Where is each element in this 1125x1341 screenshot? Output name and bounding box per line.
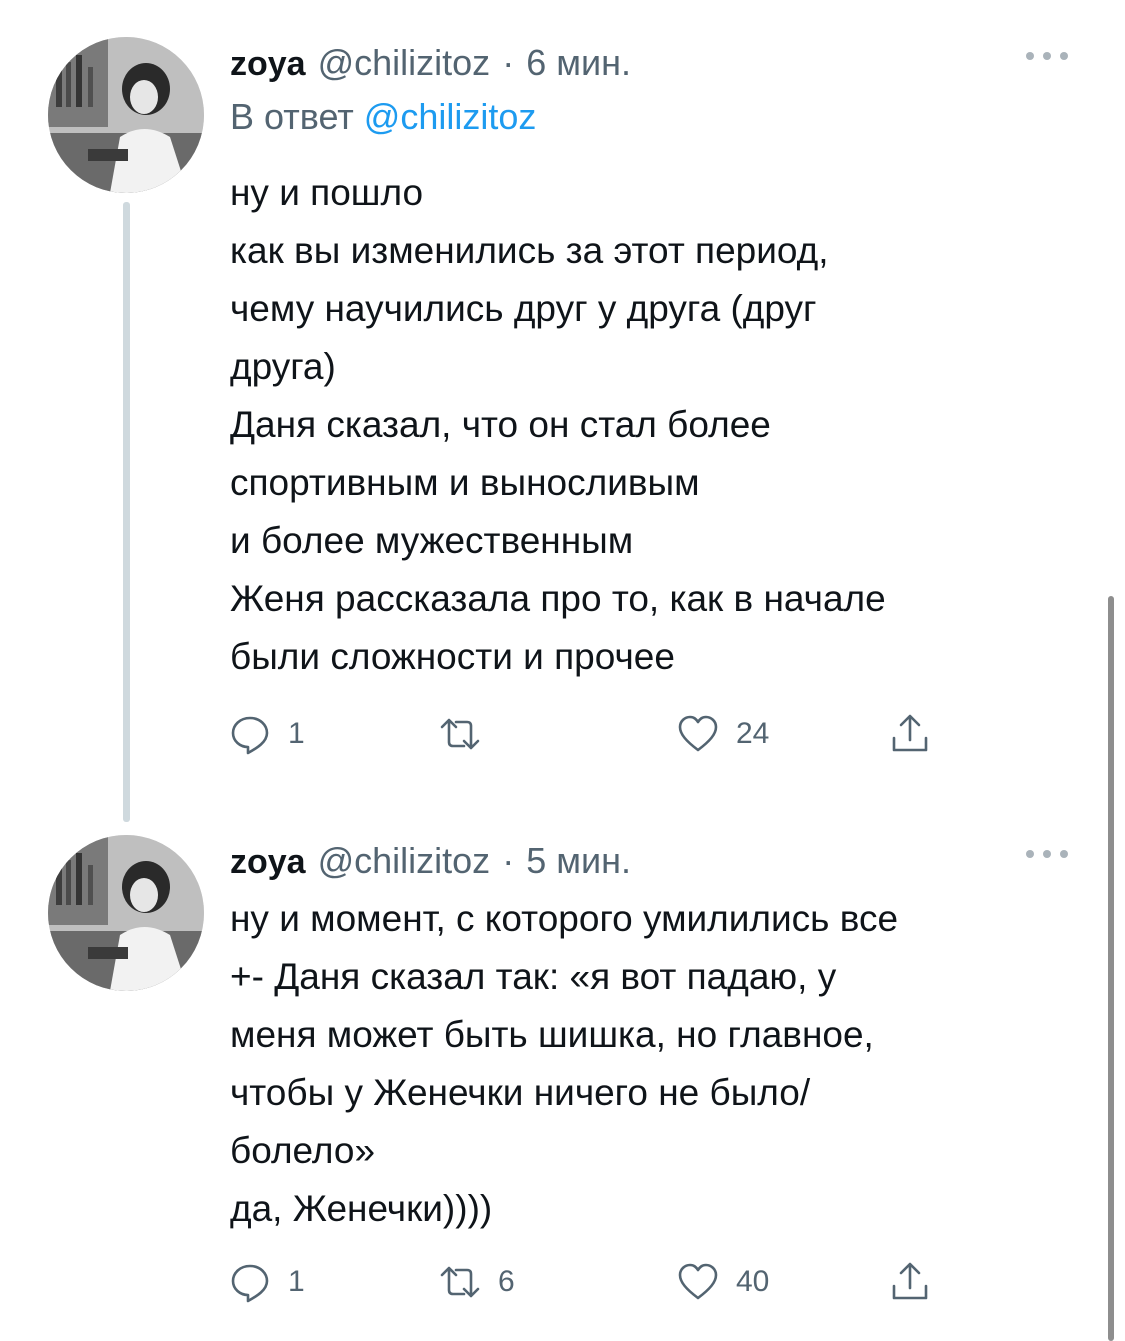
tweet-line: спортивным и выносливым — [230, 462, 700, 503]
avatar-photo — [48, 37, 204, 193]
tweet-text: ну и момент, с которого умилились все +-… — [230, 890, 1090, 1238]
more-icon[interactable] — [1026, 848, 1068, 860]
like-count: 40 — [736, 1265, 770, 1298]
separator: · — [502, 840, 515, 881]
tweet-line: и более мужественным — [230, 520, 634, 561]
reply-icon — [231, 716, 269, 755]
tweet-line: чему научились друг у друга (друг — [230, 288, 817, 329]
like-count: 24 — [736, 717, 770, 750]
tweet-line: были сложности и прочее — [230, 636, 675, 677]
retweet-icon — [440, 1266, 480, 1298]
retweet-icon — [440, 718, 480, 750]
share-button[interactable] — [888, 712, 932, 756]
tweet-text: ну и пошло как вы изменились за этот пер… — [230, 164, 1090, 686]
retweet-count: 6 — [498, 1265, 515, 1298]
retweet-button[interactable] — [438, 712, 498, 756]
tweet[interactable]: zoya @chilizitoz · 6 мин. В ответ @chili… — [0, 0, 1110, 822]
separator: · — [502, 42, 515, 83]
tweet-line: Женя рассказала про то, как в начале — [230, 578, 886, 619]
tweet-line: меня может быть шишка, но главное, — [230, 1014, 874, 1055]
reply-context: В ответ @chilizitoz — [230, 96, 536, 138]
author-handle[interactable]: @chilizitoz — [318, 840, 491, 882]
share-icon — [892, 1262, 928, 1300]
tweet-line: чтобы у Женечки ничего не было/ — [230, 1072, 811, 1113]
scrollbar[interactable] — [1108, 596, 1114, 1341]
action-bar: 1 6 40 — [228, 1260, 968, 1304]
tweet[interactable]: zoya @chilizitoz · 5 мин. ну и момент, с… — [0, 810, 1110, 1341]
like-icon — [678, 715, 718, 752]
tweet-line: да, Женечки)))) — [230, 1188, 493, 1229]
reply-button[interactable]: 1 — [228, 1260, 305, 1304]
author-handle[interactable]: @chilizitoz — [318, 42, 491, 84]
reply-button[interactable]: 1 — [228, 712, 305, 756]
author-name[interactable]: zoya — [230, 843, 306, 882]
timestamp[interactable]: 6 мин. — [526, 42, 631, 84]
reply-icon — [231, 1264, 269, 1303]
reply-count: 1 — [288, 717, 305, 750]
avatar[interactable] — [48, 37, 204, 193]
like-icon — [678, 1263, 718, 1300]
more-icon[interactable] — [1026, 50, 1068, 62]
share-icon — [892, 714, 928, 752]
timestamp[interactable]: 5 мин. — [526, 840, 631, 882]
reply-mention-link[interactable]: @chilizitoz — [364, 96, 537, 137]
like-button[interactable]: 24 — [676, 712, 769, 756]
tweet-line: ну и пошло — [230, 172, 424, 213]
tweet-line: друга) — [230, 346, 336, 387]
tweet-line: как вы изменились за этот период, — [230, 230, 829, 271]
tweet-header: zoya @chilizitoz · 5 мин. — [230, 840, 631, 882]
reply-count: 1 — [288, 1265, 305, 1298]
action-bar: 1 24 — [228, 712, 968, 756]
author-name[interactable]: zoya — [230, 45, 306, 84]
avatar-photo — [48, 835, 204, 991]
tweet-line: ну и момент, с которого умилились все — [230, 898, 899, 939]
avatar[interactable] — [48, 835, 204, 991]
tweet-header: zoya @chilizitoz · 6 мин. — [230, 42, 631, 84]
thread-line — [123, 202, 130, 822]
retweet-button[interactable]: 6 — [438, 1260, 515, 1304]
share-button[interactable] — [888, 1260, 932, 1304]
tweet-line: Даня сказал, что он стал более — [230, 404, 771, 445]
tweet-line: болело» — [230, 1130, 376, 1171]
tweet-line: +- Даня сказал так: «я вот падаю, у — [230, 956, 837, 997]
like-button[interactable]: 40 — [676, 1260, 769, 1304]
reply-prefix: В ответ — [230, 96, 354, 137]
